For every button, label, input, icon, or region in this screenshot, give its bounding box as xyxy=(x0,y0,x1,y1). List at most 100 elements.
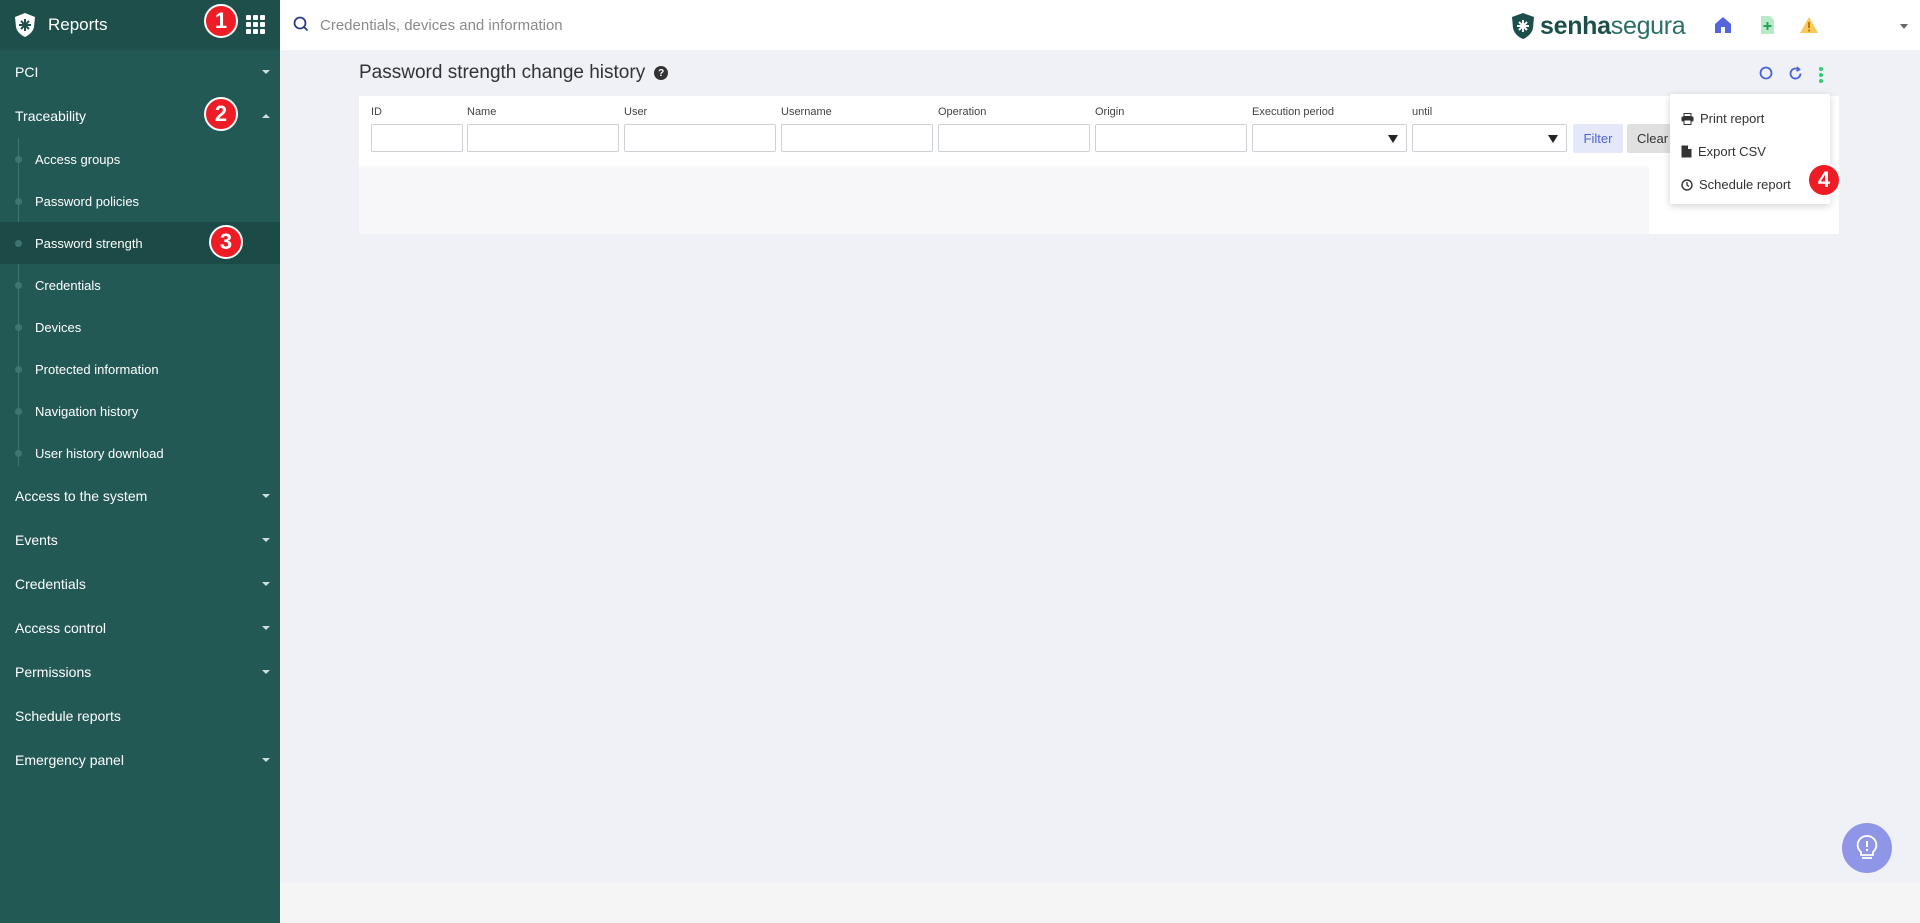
step-badge-3: 3 xyxy=(209,225,243,259)
sidebar-item-label: Permissions xyxy=(15,664,92,680)
filter-origin-input[interactable] xyxy=(1095,124,1247,152)
sidebar-item-credentials[interactable]: Credentials xyxy=(0,562,280,606)
help-icon[interactable]: ? xyxy=(654,66,669,80)
sidebar-subitem-access-groups[interactable]: Access groups xyxy=(0,138,280,180)
bullet-dot xyxy=(15,198,22,205)
filter-operation-input[interactable] xyxy=(938,124,1090,152)
sidebar-subitem-devices[interactable]: Devices xyxy=(0,306,280,348)
new-document-icon[interactable] xyxy=(1756,14,1778,36)
sidebar-item-access-control[interactable]: Access control xyxy=(0,606,280,650)
until-select[interactable] xyxy=(1412,124,1567,152)
sidebar-title: Reports xyxy=(48,15,108,34)
sidebar-item-events[interactable]: Events xyxy=(0,518,280,562)
sidebar-item-label: Access to the system xyxy=(15,488,148,504)
filter-id-input[interactable] xyxy=(371,124,463,152)
bullet-dot xyxy=(15,450,22,457)
search-input[interactable] xyxy=(320,12,820,38)
top-bar: senhasegura xyxy=(280,0,1920,50)
brand-text-light: segura xyxy=(1610,11,1686,40)
home-icon[interactable] xyxy=(1712,14,1734,36)
chevron-down-icon xyxy=(262,670,270,674)
filter-name-label: Name xyxy=(467,106,497,118)
filter-operation: Operation xyxy=(938,106,1090,152)
sidebar-item-access-to-the-system[interactable]: Access to the system xyxy=(0,474,280,518)
sidebar-item-schedule-reports[interactable]: Schedule reports xyxy=(0,694,280,738)
chevron-down-icon xyxy=(262,70,270,74)
sidebar-subitem-navigation-history[interactable]: Navigation history xyxy=(0,390,280,432)
schedule-report-menu-item[interactable]: Schedule report xyxy=(1670,168,1830,201)
sidebar-item-label: Credentials xyxy=(15,576,86,592)
sidebar-item-label: PCI xyxy=(15,64,39,80)
file-icon xyxy=(1681,145,1692,158)
clear-button[interactable]: Clear xyxy=(1627,124,1671,153)
sidebar-item-traceability[interactable]: Traceability xyxy=(0,94,280,138)
options-dropdown-menu: Print report Export CSV Schedule report xyxy=(1670,94,1830,204)
search-icon xyxy=(293,16,309,32)
dropdown-arrow-icon xyxy=(1388,135,1398,143)
traceability-submenu: Access groups Password policies Password… xyxy=(0,138,280,474)
help-bulb-button[interactable] xyxy=(1842,823,1892,873)
warning-icon[interactable] xyxy=(1798,14,1820,36)
chevron-down-icon xyxy=(262,538,270,542)
filter-origin-label: Origin xyxy=(1095,106,1125,118)
menu-item-label: Schedule report xyxy=(1699,177,1791,192)
bullet-dot xyxy=(15,408,22,415)
step-badge-2: 2 xyxy=(204,97,238,131)
search-icon[interactable] xyxy=(1759,66,1773,80)
subitem-label: Access groups xyxy=(35,151,121,167)
subitem-label: Protected information xyxy=(35,361,159,377)
chevron-down-icon xyxy=(262,758,270,762)
footer xyxy=(280,883,1920,923)
filter-button[interactable]: Filter xyxy=(1573,124,1623,153)
sidebar-item-pci[interactable]: PCI xyxy=(0,50,280,94)
filter-name: Name xyxy=(467,106,619,152)
sidebar-subitem-credentials[interactable]: Credentials xyxy=(0,264,280,306)
print-report-menu-item[interactable]: Print report xyxy=(1670,102,1830,135)
filter-user-input[interactable] xyxy=(624,124,776,152)
sidebar-item-emergency-panel[interactable]: Emergency panel xyxy=(0,738,280,782)
filter-name-input[interactable] xyxy=(467,124,619,152)
apps-grid-icon[interactable] xyxy=(246,15,266,34)
export-csv-menu-item[interactable]: Export CSV xyxy=(1670,135,1830,168)
sidebar-subitem-user-history-download[interactable]: User history download xyxy=(0,432,280,474)
sidebar-item-label: Events xyxy=(15,532,58,548)
sidebar: Reports PCI Traceability Access groups P… xyxy=(0,0,280,923)
filter-id: ID xyxy=(371,106,463,152)
filter-user-label: User xyxy=(624,106,648,118)
sidebar-item-label: Traceability xyxy=(15,108,87,124)
senhasegura-logo-icon xyxy=(1512,13,1534,39)
sidebar-item-permissions[interactable]: Permissions xyxy=(0,650,280,694)
filter-until: until xyxy=(1412,106,1567,152)
lightbulb-icon xyxy=(1856,835,1878,859)
subitem-label: Credentials xyxy=(35,277,101,293)
bullet-dot xyxy=(15,240,22,247)
refresh-icon[interactable] xyxy=(1788,66,1803,81)
chevron-down-icon xyxy=(262,582,270,586)
senhasegura-shield-icon xyxy=(12,12,38,38)
filter-execution-period-label: Execution period xyxy=(1252,106,1334,118)
filter-origin: Origin xyxy=(1095,106,1247,152)
filter-username-input[interactable] xyxy=(781,124,933,152)
subitem-label: User history download xyxy=(35,445,164,461)
sidebar-item-label: Access control xyxy=(15,620,107,636)
dropdown-arrow-icon xyxy=(1548,135,1558,143)
page-title: Password strength change history ? xyxy=(359,62,669,84)
filter-username-label: Username xyxy=(781,106,832,118)
menu-item-label: Export CSV xyxy=(1698,144,1766,159)
sidebar-subitem-password-policies[interactable]: Password policies xyxy=(0,180,280,222)
step-badge-1: 1 xyxy=(204,4,238,38)
filter-until-label: until xyxy=(1412,106,1433,118)
sidebar-subitem-protected-information[interactable]: Protected information xyxy=(0,348,280,390)
sidebar-item-label: Schedule reports xyxy=(15,708,121,724)
brand-text: senhasegura xyxy=(1540,11,1686,41)
filter-id-label: ID xyxy=(371,106,382,118)
more-options-icon[interactable] xyxy=(1818,66,1824,84)
bullet-dot xyxy=(15,366,22,373)
menu-item-label: Print report xyxy=(1700,111,1765,126)
execution-period-select[interactable] xyxy=(1252,124,1407,152)
subitem-label: Password policies xyxy=(35,193,140,209)
step-badge-4: 4 xyxy=(1807,163,1841,197)
filter-user: User xyxy=(624,106,776,152)
user-menu-chevron-icon[interactable] xyxy=(1900,24,1908,29)
bullet-dot xyxy=(15,156,22,163)
